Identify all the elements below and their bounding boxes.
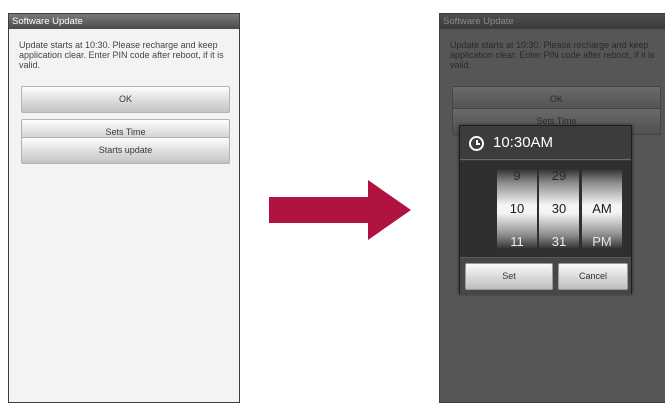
hour-wheel[interactable]: 9 10 11 — [497, 168, 537, 250]
ok-button[interactable]: OK — [21, 86, 230, 113]
hour-next: 11 — [510, 234, 524, 249]
update-message: Update starts at 10:30. Please recharge … — [19, 40, 224, 70]
minute-current: 30 — [551, 201, 567, 216]
time-picker-footer: Set Cancel — [460, 257, 631, 295]
minute-prev: 29 — [551, 168, 567, 183]
hour-current: 10 — [509, 201, 525, 216]
starts-update-button[interactable]: Starts update — [21, 137, 230, 164]
time-picker-dialog: 10:30AM 9 10 11 29 30 31 AM PM Set Cance… — [459, 125, 632, 295]
ampm-wheel[interactable]: AM PM — [582, 168, 622, 250]
software-update-titlebar-dimmed: Software Update — [440, 14, 665, 29]
left-phone-screen: Software Update Update starts at 10:30. … — [8, 13, 240, 403]
minute-wheel[interactable]: 29 30 31 — [539, 168, 579, 250]
minute-next: 31 — [551, 234, 567, 249]
transition-arrow-shaft — [269, 197, 370, 223]
transition-arrow-head — [368, 180, 411, 240]
ampm-next: PM — [592, 234, 612, 249]
set-button[interactable]: Set — [465, 263, 553, 290]
time-picker-wheels: 9 10 11 29 30 31 AM PM — [460, 161, 631, 257]
cancel-button[interactable]: Cancel — [558, 263, 628, 290]
software-update-titlebar: Software Update — [9, 14, 239, 29]
time-picker-header: 10:30AM — [460, 126, 631, 160]
update-message-dimmed: Update starts at 10:30. Please recharge … — [450, 40, 655, 70]
clock-icon — [469, 136, 484, 151]
ampm-current: AM — [592, 201, 612, 216]
time-picker-title: 10:30AM — [493, 134, 554, 151]
hour-prev: 9 — [513, 168, 521, 183]
